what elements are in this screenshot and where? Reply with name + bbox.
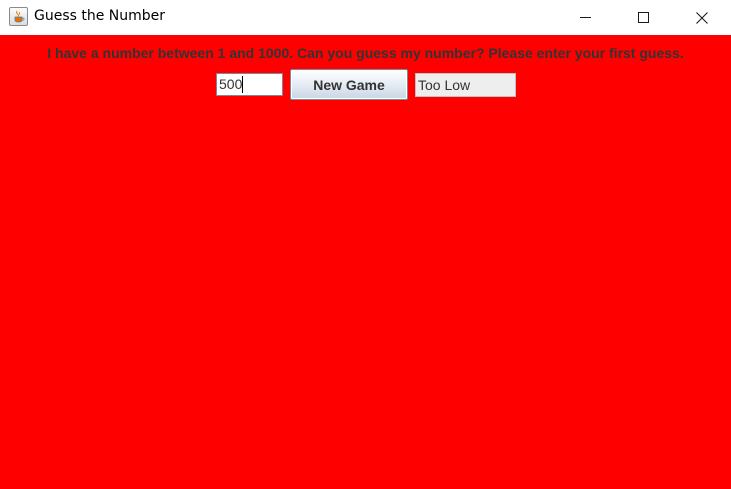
window-title: Guess the Number xyxy=(34,8,166,24)
title-bar: Guess the Number xyxy=(0,0,731,35)
game-panel: I have a number between 1 and 1000. Can … xyxy=(0,35,731,489)
prompt-label: I have a number between 1 and 1000. Can … xyxy=(47,45,684,61)
status-field: Too Low xyxy=(415,73,516,97)
maximize-button[interactable] xyxy=(614,0,672,35)
guess-input[interactable]: 500 xyxy=(216,73,283,96)
text-caret xyxy=(242,76,243,93)
close-icon xyxy=(696,11,708,24)
new-game-button[interactable]: New Game xyxy=(290,69,408,100)
minimize-button[interactable] xyxy=(556,0,614,35)
java-coffee-cup-icon xyxy=(9,7,28,26)
minimize-icon xyxy=(579,17,591,18)
close-button[interactable] xyxy=(673,0,731,35)
maximize-icon xyxy=(637,12,649,23)
